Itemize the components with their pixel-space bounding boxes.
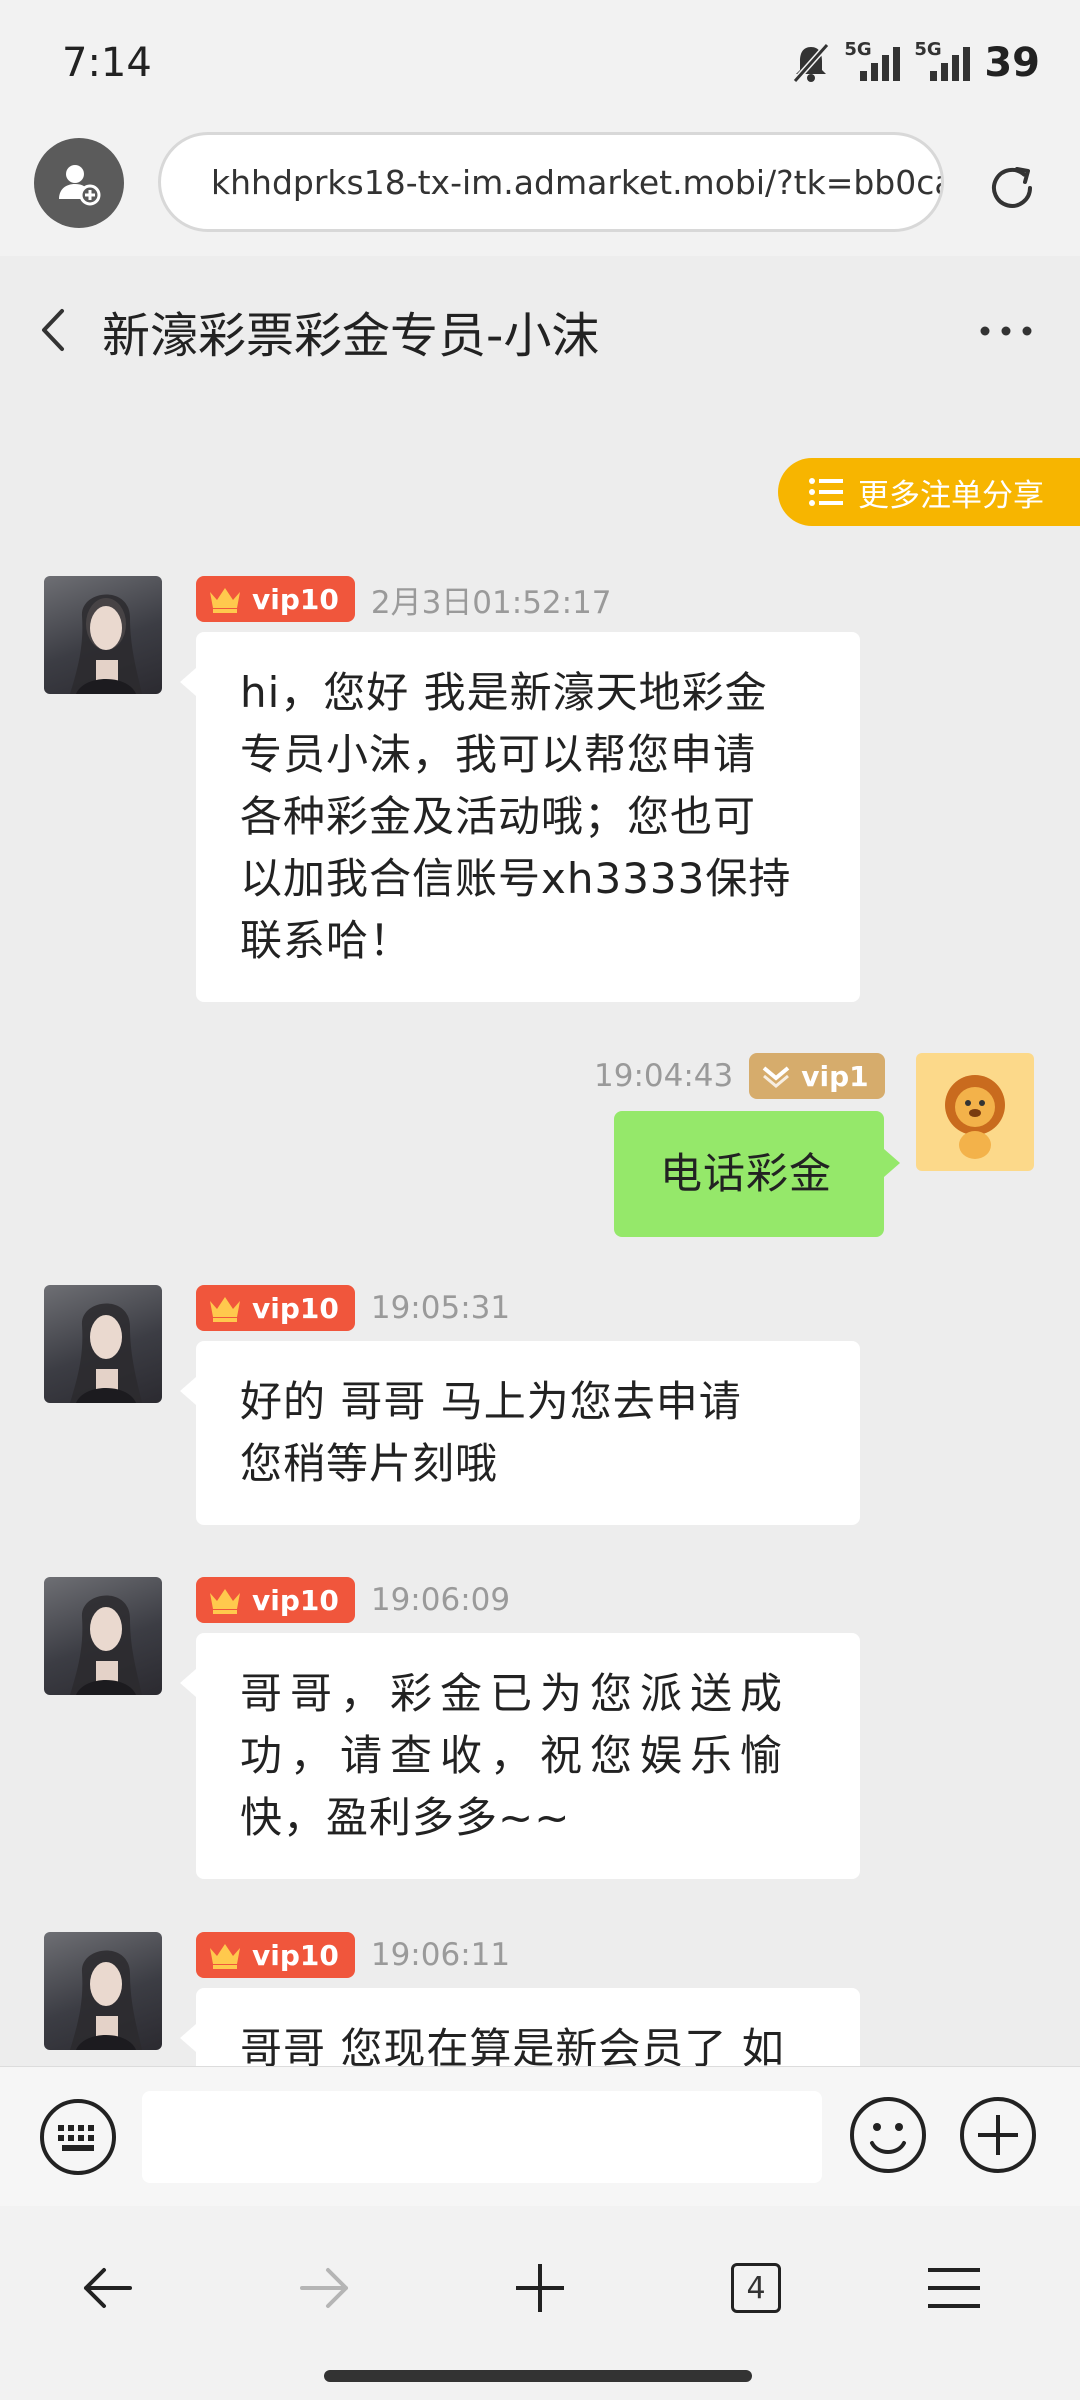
tabs-button[interactable]: 4 xyxy=(716,2252,796,2324)
plus-icon xyxy=(516,2264,564,2312)
keyboard-toggle-button[interactable] xyxy=(38,2097,118,2177)
browser-bottom-nav: 4 xyxy=(0,2206,1080,2400)
message-meta: vip10 19:06:09 xyxy=(196,1577,510,1623)
vip-level: vip10 xyxy=(252,1938,339,1972)
message-time: 19:05:31 xyxy=(370,1290,511,1326)
message-line: 哥哥 您现在算是新会员了 如 xyxy=(240,2024,785,2066)
message-line: 各种彩金及活动哦；您也可 xyxy=(240,792,757,841)
nav-forward-button[interactable] xyxy=(284,2252,364,2324)
mute-bell-icon xyxy=(793,43,830,83)
message-meta: vip10 19:05:31 xyxy=(196,1285,510,1331)
message-bubble[interactable]: hi，您好 我是新濠天地彩金 专员小沫，我可以帮您申请 各种彩金及活动哦；您也可… xyxy=(180,632,860,1002)
vip-badge: vip10 xyxy=(196,1932,355,1978)
message-line: 联系哈！ xyxy=(240,916,413,965)
message-meta: vip10 19:06:11 xyxy=(196,1932,510,1978)
home-indicator[interactable] xyxy=(324,2370,752,2382)
tab-count: 4 xyxy=(746,2270,766,2306)
message-line: 功，请查收，祝您娱乐愉 xyxy=(240,1731,791,1780)
list-icon xyxy=(809,478,843,506)
tabs-icon: 4 xyxy=(731,2263,781,2313)
signal-icon xyxy=(930,47,971,81)
nav-back-button[interactable] xyxy=(68,2252,148,2324)
message-line: 好的 哥哥 马上为您去申请 xyxy=(240,1377,742,1426)
emoji-button[interactable] xyxy=(848,2095,928,2175)
status-time: 7:14 xyxy=(62,40,152,86)
message-bubble[interactable]: 哥哥 您现在算是新会员了 如 xyxy=(180,1988,860,2066)
message-bubble[interactable]: 电话彩金 xyxy=(614,1111,900,1237)
more-options-button[interactable] xyxy=(978,306,1038,356)
url-text: khhdprks18-tx-im.admarket.mobi/?tk=bb0ca… xyxy=(211,162,944,202)
my-avatar[interactable] xyxy=(916,1053,1034,1171)
message-line: 专员小沫，我可以帮您申请 xyxy=(240,730,757,779)
signal-2: 5G xyxy=(914,39,971,83)
message-line: hi，您好 我是新濠天地彩金 xyxy=(240,668,768,717)
message-input[interactable] xyxy=(142,2091,822,2183)
add-user-icon xyxy=(59,165,101,206)
address-bar[interactable]: khhdprks18-tx-im.admarket.mobi/?tk=bb0ca… xyxy=(158,132,944,232)
message-time: 19:06:11 xyxy=(370,1937,511,1973)
chat-title: 新濠彩票彩金专员-小沫 xyxy=(102,308,600,364)
avatar[interactable] xyxy=(44,1285,162,1403)
vip-badge: vip10 xyxy=(196,1285,355,1331)
crown-icon xyxy=(210,588,240,613)
crown-icon xyxy=(210,1297,240,1322)
profile-button[interactable] xyxy=(34,138,124,228)
vip-level: vip10 xyxy=(252,1583,339,1617)
signal-1: 5G xyxy=(844,39,901,83)
message-line: 哥哥，彩金已为您派送成 xyxy=(240,1669,791,1718)
signal-icon xyxy=(860,47,901,81)
message-line: 快，盈利多多~~ xyxy=(240,1793,571,1842)
agent-avatar-icon xyxy=(70,1303,142,1403)
arrow-left-icon xyxy=(84,2268,132,2308)
chat-header: 新濠彩票彩金专员-小沫 xyxy=(0,256,1080,406)
plus-circle-icon xyxy=(960,2097,1036,2173)
reload-icon xyxy=(992,167,1032,208)
menu-button[interactable] xyxy=(914,2252,994,2324)
keyboard-icon xyxy=(40,2099,116,2175)
lion-avatar-icon xyxy=(945,1075,1005,1159)
vip-level: vip10 xyxy=(252,1291,339,1325)
status-bar: 7:14 5G 5G 39 xyxy=(0,0,1080,130)
more-actions-button[interactable] xyxy=(958,2095,1038,2175)
crown-icon xyxy=(210,1944,240,1969)
agent-avatar-icon xyxy=(70,1950,142,2050)
vip-level: vip10 xyxy=(252,582,339,616)
smiley-icon xyxy=(850,2097,926,2173)
browser-toolbar: khhdprks18-tx-im.admarket.mobi/?tk=bb0ca… xyxy=(0,130,1080,256)
battery-level: 39 xyxy=(984,40,1040,86)
message-bubble[interactable]: 好的 哥哥 马上为您去申请 您稍等片刻哦 xyxy=(180,1341,860,1525)
share-bets-button[interactable]: 更多注单分享 xyxy=(778,458,1080,526)
avatar[interactable] xyxy=(44,1577,162,1695)
message-line: 电话彩金 xyxy=(660,1149,833,1198)
message-bubble[interactable]: 哥哥，彩金已为您派送成 功，请查收，祝您娱乐愉 快，盈利多多~~ xyxy=(180,1633,860,1879)
avatar[interactable] xyxy=(44,1932,162,2050)
crown-icon xyxy=(210,1589,240,1614)
vip-badge: vip10 xyxy=(196,576,355,622)
message-input-bar xyxy=(0,2066,1080,2206)
more-dots-icon xyxy=(980,326,1032,336)
agent-avatar-icon xyxy=(70,1595,142,1695)
reload-button[interactable] xyxy=(976,152,1048,224)
chat-messages[interactable]: 更多注单分享 vip10 2月3日01:52:17 hi，您好 我是新濠天地彩金… xyxy=(0,406,1080,2066)
back-button[interactable] xyxy=(38,300,78,360)
vip-badge: vip1 xyxy=(749,1053,885,1099)
avatar[interactable] xyxy=(44,576,162,694)
vip-badge: vip10 xyxy=(196,1577,355,1623)
message-meta: vip10 2月3日01:52:17 xyxy=(196,576,612,622)
hamburger-menu-icon xyxy=(928,2268,980,2308)
arrow-right-icon xyxy=(300,2268,348,2308)
message-time: 19:04:43 xyxy=(594,1058,734,1094)
status-icons: 5G 5G 39 xyxy=(792,39,1040,86)
message-line: 以加我合信账号xh3333保持 xyxy=(240,854,792,903)
new-tab-button[interactable] xyxy=(500,2252,580,2324)
chevron-badge-icon xyxy=(762,1066,790,1088)
share-label: 更多注单分享 xyxy=(858,477,1044,514)
vip-level: vip1 xyxy=(801,1059,869,1093)
message-line: 您稍等片刻哦 xyxy=(240,1439,499,1488)
agent-avatar-icon xyxy=(70,594,142,694)
chevron-left-icon xyxy=(42,309,64,351)
message-meta: 19:04:43 vip1 xyxy=(594,1053,885,1099)
message-time: 2月3日01:52:17 xyxy=(370,584,612,621)
message-time: 19:06:09 xyxy=(370,1582,511,1618)
